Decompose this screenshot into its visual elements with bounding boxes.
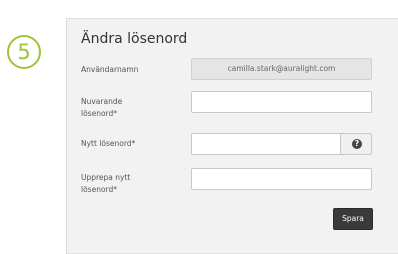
question-mark-icon: ?: [352, 139, 362, 149]
username-label: Användarnamn: [81, 65, 139, 74]
username-field: camilla.stark@auralight.com: [191, 58, 372, 80]
new-password-label: Nytt lösenord*: [81, 139, 136, 148]
current-password-label: Nuvarande lösenord*: [81, 97, 123, 118]
new-password-input[interactable]: [191, 133, 341, 155]
change-password-panel: Ändra lösenord Användarnamn camilla.star…: [66, 18, 398, 254]
save-button[interactable]: Spara: [333, 208, 373, 230]
new-password-help-button[interactable]: ?: [340, 133, 372, 155]
repeat-password-input[interactable]: [191, 168, 372, 190]
step-number-badge: 5: [7, 35, 41, 69]
repeat-password-label: Upprepa nytt lösenord*: [81, 173, 131, 194]
current-password-input[interactable]: [191, 91, 372, 113]
form-title: Ändra lösenord: [81, 31, 188, 47]
